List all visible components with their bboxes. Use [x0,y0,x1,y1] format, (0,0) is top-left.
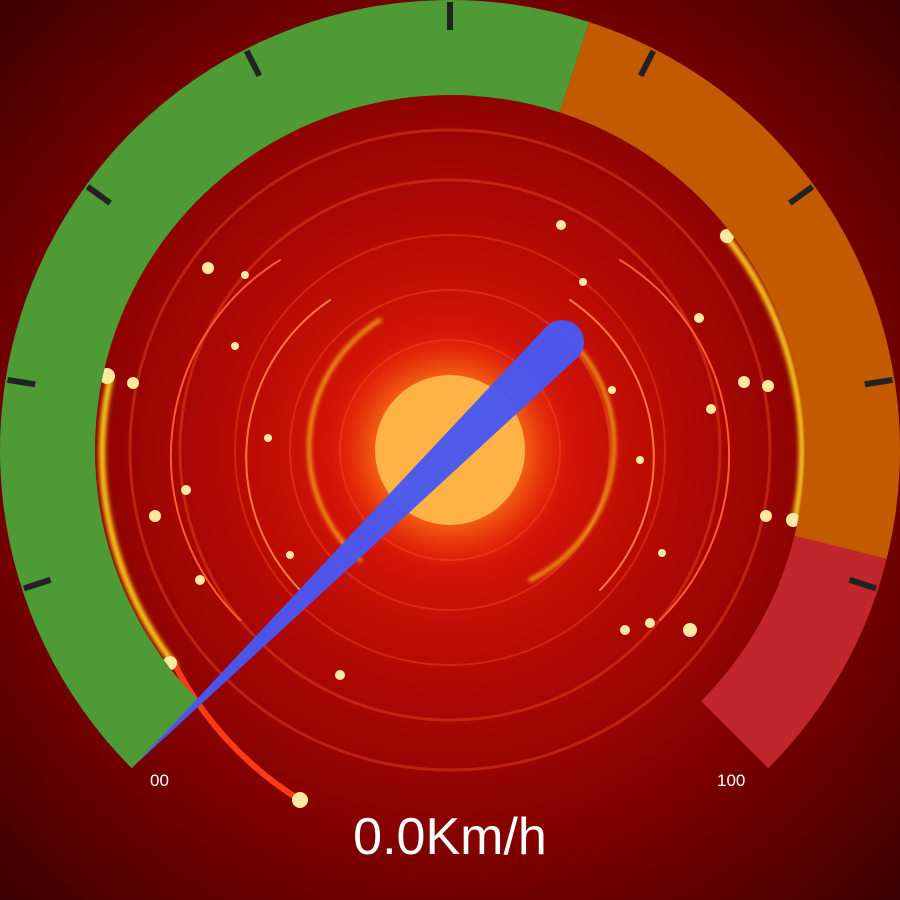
speedometer-gauge [0,0,900,808]
speedometer-screen: 00 100 0.0Km/h [0,0,900,900]
speed-readout: 0.0Km/h [353,808,547,866]
max-speed-label: 100 [717,771,746,790]
min-speed-label: 00 [150,771,169,790]
zone-danger [701,535,887,769]
